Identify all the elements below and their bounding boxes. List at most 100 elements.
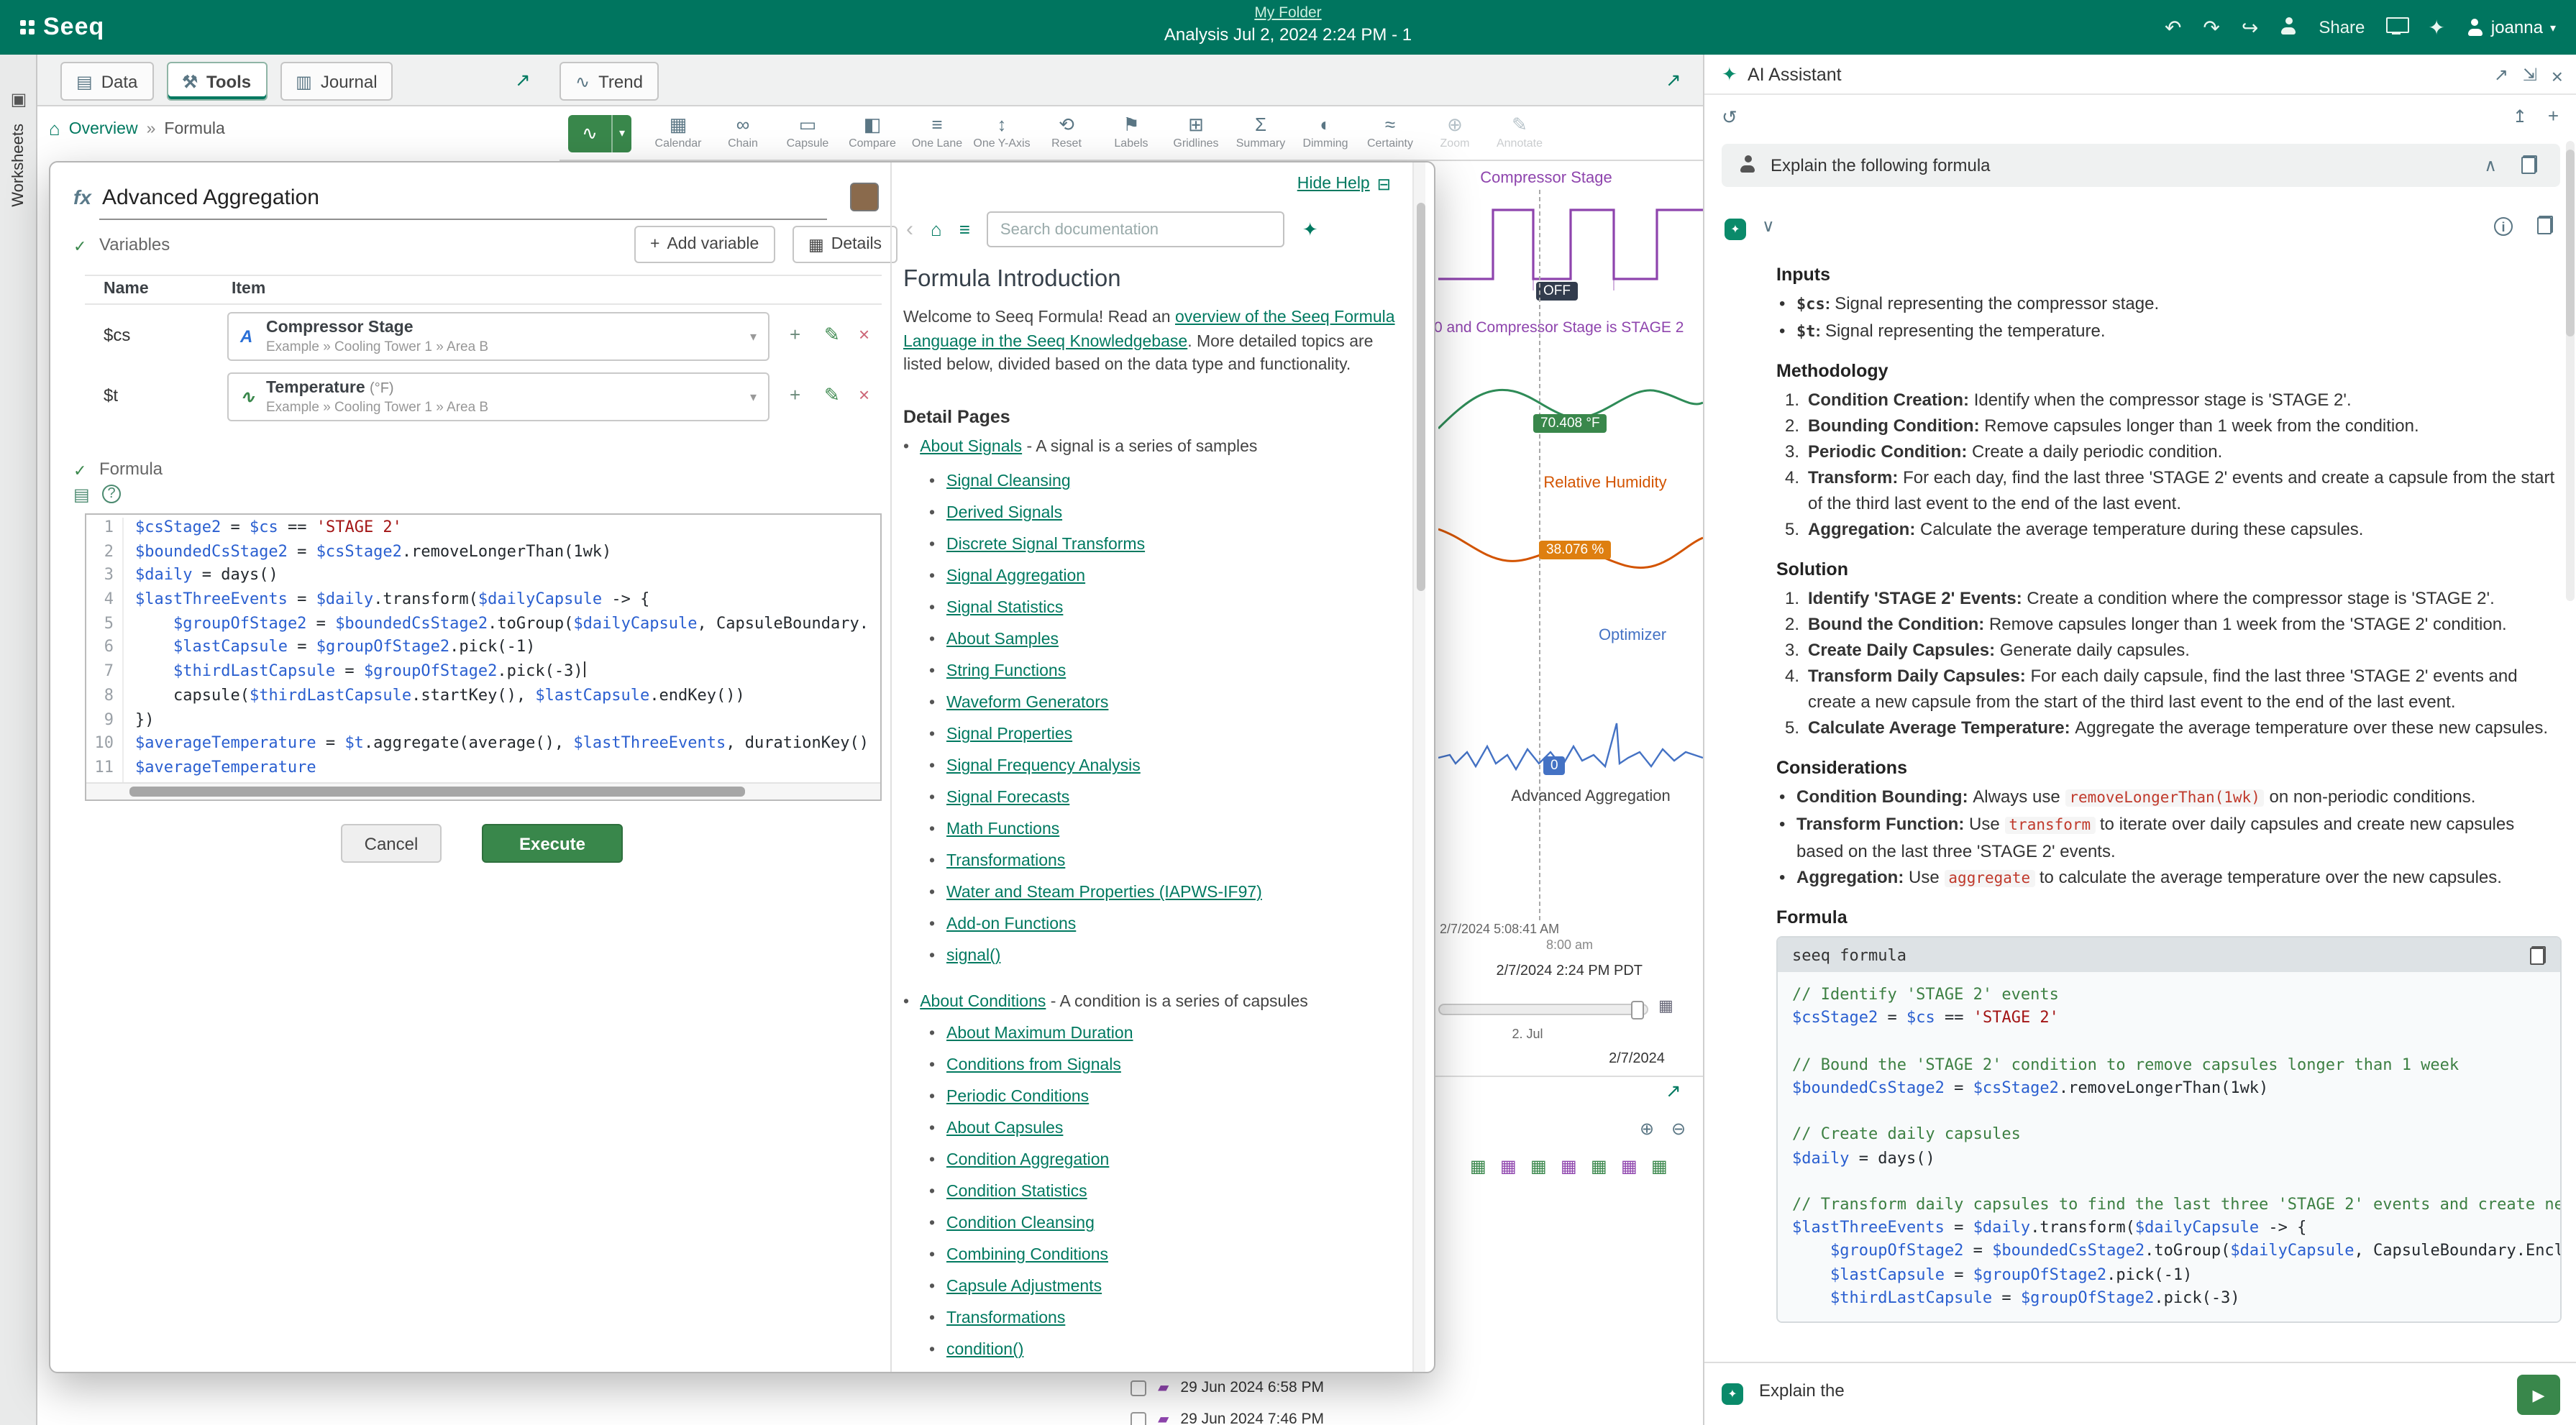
- help-scrollbar-thumb[interactable]: [1416, 203, 1425, 591]
- table-icon[interactable]: ▦: [1470, 1156, 1486, 1176]
- toolbar-button[interactable]: ⚑ Labels: [1099, 109, 1164, 157]
- toolbar-button[interactable]: ∞ Chain: [711, 109, 775, 157]
- table-icon[interactable]: ▦: [1591, 1156, 1607, 1176]
- toolbar-button[interactable]: ⊞ Gridlines: [1164, 109, 1228, 157]
- table-icon[interactable]: ▦: [1530, 1156, 1547, 1176]
- variable-add-icon[interactable]: +: [790, 324, 800, 345]
- worksheets-rail[interactable]: ▣ Worksheets: [0, 55, 37, 1425]
- breadcrumb-overview[interactable]: Overview: [69, 120, 138, 137]
- help-topic-link[interactable]: Transformations: [946, 853, 1065, 870]
- help-topic-link[interactable]: Signal Statistics: [946, 600, 1063, 617]
- add-variable-button[interactable]: + Add variable: [634, 226, 775, 263]
- panel-tab[interactable]: ⚒ Tools: [166, 62, 267, 101]
- ai-scrollbar[interactable]: [2566, 141, 2575, 601]
- help-topic-link[interactable]: Conditions from Signals: [946, 1057, 1121, 1074]
- undo-icon[interactable]: ↶: [2165, 17, 2181, 37]
- help-topic-link[interactable]: Condition Statistics: [946, 1183, 1087, 1201]
- help-topic-link[interactable]: condition(): [946, 1342, 1023, 1359]
- capsule-row-checkbox[interactable]: [1131, 1380, 1146, 1396]
- panel-tab[interactable]: ▤ Data: [60, 62, 153, 101]
- table-icon[interactable]: ▦: [1621, 1156, 1638, 1176]
- help-topic-link[interactable]: Add-on Functions: [946, 916, 1076, 933]
- variable-remove-icon[interactable]: ×: [859, 324, 869, 345]
- hide-help-link[interactable]: Hide Help ⊟: [1297, 174, 1391, 194]
- open-external-icon[interactable]: ↗: [2494, 65, 2508, 85]
- redo-icon[interactable]: ↷: [2203, 17, 2219, 37]
- toolbar-button[interactable]: ⊕ Zoom: [1422, 109, 1487, 157]
- help-topic-link[interactable]: Waveform Generators: [946, 695, 1108, 712]
- new-chat-icon[interactable]: +: [2548, 105, 2559, 127]
- formula-check-icon[interactable]: ✓: [73, 462, 86, 480]
- help-home-icon[interactable]: ⌂: [931, 219, 942, 240]
- capsule-pane-expand-icon[interactable]: ↗: [1666, 1080, 1681, 1103]
- help-topic-link[interactable]: String Functions: [946, 663, 1066, 680]
- help-topic-link[interactable]: Signal Frequency Analysis: [946, 758, 1141, 775]
- forward-icon[interactable]: ↪: [2242, 17, 2258, 37]
- help-topic-link[interactable]: Signal Forecasts: [946, 789, 1069, 807]
- expand-tools-icon[interactable]: ↗: [515, 69, 531, 92]
- toolbar-button[interactable]: ≡ One Lane: [905, 109, 969, 157]
- help-topic-link[interactable]: Periodic Conditions: [946, 1089, 1089, 1106]
- panel-tab[interactable]: ▥ Journal: [280, 62, 393, 101]
- variable-dropdown-caret-icon[interactable]: ▾: [750, 390, 757, 405]
- toolbar-button[interactable]: ◐ Dimming: [1293, 109, 1358, 157]
- help-topic-link[interactable]: About Maximum Duration: [946, 1025, 1133, 1043]
- back-icon[interactable]: ‹: [906, 217, 913, 242]
- toolbar-button[interactable]: ▭ Capsule: [775, 109, 840, 157]
- home-icon[interactable]: ⌂: [49, 118, 60, 139]
- collapse-message-icon[interactable]: ∧: [2484, 155, 2497, 175]
- help-index-icon[interactable]: ≡: [959, 219, 970, 240]
- table-icon[interactable]: ▦: [1561, 1156, 1577, 1176]
- zoom-in-icon[interactable]: ⊕: [1640, 1119, 1654, 1139]
- export-chat-icon[interactable]: ↥: [2513, 106, 2527, 127]
- ai-assistant-toggle-icon[interactable]: ✦: [2428, 17, 2444, 37]
- toolbar-button[interactable]: ⟲ Reset: [1034, 109, 1099, 157]
- display-range-slider[interactable]: [1438, 1004, 1648, 1015]
- range-slider-handle[interactable]: [1631, 1001, 1644, 1020]
- help-topic-link[interactable]: Discrete Signal Transforms: [946, 536, 1145, 554]
- collapse-response-icon[interactable]: ∨: [1762, 216, 1775, 236]
- help-topic-link[interactable]: About Samples: [946, 631, 1059, 649]
- capsule-row-checkbox[interactable]: [1131, 1411, 1146, 1425]
- chat-history-icon[interactable]: ↺: [1722, 106, 1737, 129]
- help-topic-link[interactable]: Condition Cleansing: [946, 1215, 1095, 1232]
- help-topic-link[interactable]: signal(): [946, 948, 1000, 965]
- ai-prompt-input[interactable]: [1759, 1380, 2478, 1401]
- color-swatch[interactable]: [850, 183, 879, 211]
- range-calendar-icon[interactable]: ▦: [1658, 996, 1673, 1015]
- help-topic-link[interactable]: Signal Properties: [946, 726, 1072, 743]
- table-icon[interactable]: ▦: [1500, 1156, 1517, 1176]
- copy-response-icon[interactable]: [2537, 216, 2553, 239]
- seeq-logo[interactable]: Seeq: [0, 13, 124, 42]
- variable-edit-icon[interactable]: ✎: [824, 384, 840, 407]
- toolbar-button[interactable]: ≈ Certainty: [1358, 109, 1422, 157]
- chart-type-button[interactable]: ∿: [568, 114, 611, 152]
- help-topic-link[interactable]: Transformations: [946, 1310, 1065, 1327]
- help-topic-link[interactable]: Condition Aggregation: [946, 1152, 1109, 1169]
- help-scrollbar[interactable]: [1412, 162, 1425, 1372]
- help-topic-link[interactable]: About Capsules: [946, 1120, 1063, 1137]
- help-topic-link[interactable]: Combining Conditions: [946, 1247, 1108, 1264]
- variable-item-select[interactable]: A Compressor Stage Example » Cooling Tow…: [227, 312, 769, 361]
- my-folder-link[interactable]: My Folder: [1164, 4, 1412, 22]
- access-users-icon[interactable]: [2280, 17, 2297, 37]
- formula-name-input[interactable]: Advanced Aggregation: [99, 177, 827, 220]
- close-panel-icon[interactable]: ×: [2552, 65, 2563, 88]
- help-topic-link[interactable]: Water and Steam Properties (IAPWS-IF97): [946, 884, 1262, 902]
- table-icon[interactable]: ▦: [1651, 1156, 1668, 1176]
- variables-check-icon[interactable]: ✓: [73, 237, 86, 256]
- send-button[interactable]: ▶: [2517, 1375, 2560, 1415]
- editor-hscrollbar[interactable]: [86, 782, 880, 799]
- formula-editor[interactable]: 1 $csStage2 = $cs == 'STAGE 2' 2 $bounde…: [85, 513, 882, 801]
- user-message-card[interactable]: Explain the following formula ∧: [1722, 144, 2560, 187]
- variable-dropdown-caret-icon[interactable]: ▾: [750, 329, 757, 345]
- toolbar-button[interactable]: ◧ Compare: [840, 109, 905, 157]
- toolbar-button[interactable]: ✎ Annotate: [1487, 109, 1552, 157]
- expand-trend-icon[interactable]: ↗: [1666, 69, 1681, 92]
- formula-doc-icon[interactable]: ▤: [73, 485, 90, 505]
- toolbar-button[interactable]: ▦ Calendar: [646, 109, 711, 157]
- ai-scrollbar-thumb[interactable]: [2566, 150, 2575, 336]
- help-topic-link[interactable]: Derived Signals: [946, 505, 1062, 522]
- response-info-icon[interactable]: [2494, 216, 2513, 236]
- help-topic-link[interactable]: Signal Cleansing: [946, 473, 1071, 490]
